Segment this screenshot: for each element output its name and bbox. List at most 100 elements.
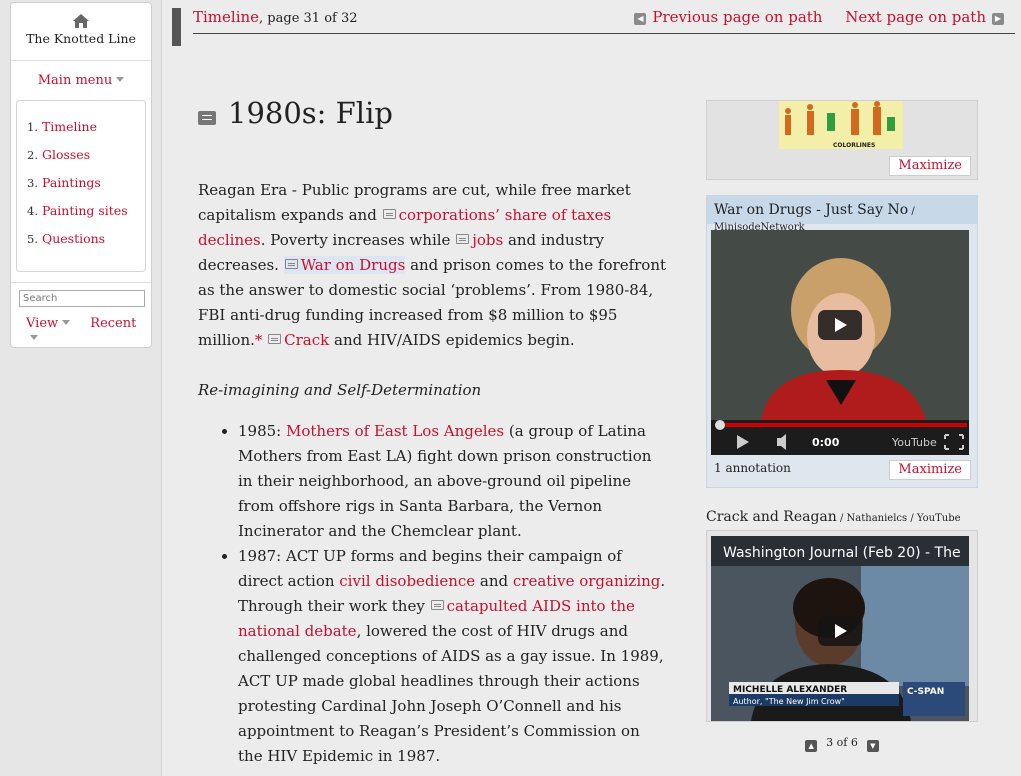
path-marker [172, 8, 181, 46]
path-bar-divider [193, 33, 1015, 34]
home-icon[interactable] [72, 13, 90, 29]
sidebar-divider [11, 282, 151, 283]
path-nav: ◀ Previous page on path Next page on path… [634, 8, 1004, 26]
view-menu-label[interactable]: View [26, 316, 58, 331]
footnote-star[interactable]: * [255, 331, 263, 349]
lower-third-name: MICHELLE ALEXANDER [733, 685, 847, 695]
main-content: Timeline, page 31 of 32 ◀ Previous page o… [161, 0, 1021, 776]
list-item: 1987: ACT UP forms and begins their camp… [238, 544, 668, 769]
recent-menu-label[interactable]: Recent [90, 316, 136, 331]
video-timestamp: 0:00 [812, 436, 840, 449]
lower-third-subtitle: Author, "The New Jim Crow" [733, 697, 845, 706]
menu-item-timeline[interactable]: 1. Timeline [27, 119, 145, 147]
video-thumbnail: 0:00 YouTube [711, 230, 969, 455]
video2-heading: Crack and Reagan / Nathanielcs / YouTube [706, 509, 978, 525]
video-media-icon [268, 334, 282, 344]
chevron-down-icon[interactable]: ▼ [866, 740, 879, 752]
menu-item-number: 4. [27, 204, 38, 218]
menu-item-label[interactable]: Glosses [42, 147, 90, 162]
image-media-icon [430, 600, 444, 610]
menu-item-number: 1. [27, 120, 38, 134]
creative-organizing-link[interactable]: creative organizing [513, 572, 661, 590]
maximize-button[interactable]: Maximize [889, 460, 971, 480]
search-input[interactable] [19, 290, 145, 307]
main-menu-toggle[interactable]: Main menu [11, 73, 151, 91]
video-panel-header: War on Drugs - Just Say No / MinisodeNet… [707, 196, 977, 233]
chart-thumb-caption: COLORLINES [833, 142, 875, 149]
section-subheading: Re-imagining and Self-Determination [198, 381, 482, 399]
video-source: / Nathanielcs / YouTube [836, 513, 961, 524]
page-text-icon [198, 111, 216, 125]
chart-media-panel: COLORLINES Maximize [706, 100, 978, 180]
menu-item-label[interactable]: Painting sites [42, 203, 128, 218]
image-media-icon [456, 234, 470, 244]
previous-page-label[interactable]: Previous page on path [652, 8, 822, 26]
chevron-down-icon [116, 77, 125, 82]
menu-item-label[interactable]: Paintings [42, 175, 101, 190]
body-text: , lowered the cost of HIV drugs and chal… [238, 622, 664, 765]
site-title[interactable]: The Knotted Line [11, 31, 151, 46]
video-title: Crack and Reagan [706, 509, 837, 525]
body-text: and [475, 572, 513, 590]
video-media-icon [284, 259, 298, 269]
menu-item-number: 5. [27, 232, 38, 246]
video-title: War on Drugs - Just Say No [714, 202, 909, 218]
play-icon[interactable] [818, 310, 862, 340]
menu-item-label[interactable]: Timeline [42, 119, 97, 134]
media-pager: ▲ 3 of 6 ▼ [706, 736, 978, 752]
video-panel-war-on-drugs: War on Drugs - Just Say No / MinisodeNet… [706, 195, 978, 488]
menu-item-painting-sites[interactable]: 4. Painting sites [27, 203, 145, 231]
civil-disobedience-link[interactable]: civil disobedience [339, 572, 475, 590]
crack-link[interactable]: Crack [284, 331, 329, 349]
chevron-down-icon [62, 320, 71, 325]
body-text: . Poverty increases while [260, 231, 456, 249]
intro-paragraph: Reagan Era - Public programs are cut, wh… [198, 178, 668, 353]
menu-item-paintings[interactable]: 3. Paintings [27, 175, 145, 203]
youtube-logo: YouTube [891, 436, 937, 449]
jobs-link[interactable]: jobs [472, 231, 503, 249]
maximize-button[interactable]: Maximize [889, 156, 971, 176]
menu-item-label[interactable]: Questions [42, 231, 105, 246]
video-player[interactable]: Washington Journal (Feb 20) - The MICHEL… [711, 536, 969, 721]
menu-item-questions[interactable]: 5. Questions [27, 231, 145, 259]
annotation-count[interactable]: 1 annotation [714, 461, 791, 475]
view-recent-row: View Recent [26, 316, 151, 346]
page-title: 1980s: Flip [228, 96, 393, 130]
next-page-label[interactable]: Next page on path [845, 8, 986, 26]
chevron-left-icon: ◀ [634, 13, 647, 25]
body-text: and HIV/AIDS epidemics begin. [329, 331, 575, 349]
video-overlay-title: Washington Journal (Feb 20) - The [723, 545, 961, 561]
video-player[interactable]: 0:00 YouTube [711, 230, 969, 455]
media-column: COLORLINES Maximize War on Drugs - Just … [706, 100, 978, 752]
events-list: 1985: Mothers of East Los Angeles (a gro… [238, 419, 668, 769]
mothers-east-la-link[interactable]: Mothers of East Los Angeles [286, 422, 504, 440]
previous-page-button[interactable]: ◀ Previous page on path [634, 8, 822, 26]
sidebar: The Knotted Line Main menu 1. Timeline 2… [10, 2, 152, 348]
image-media-icon [382, 209, 396, 219]
chevron-right-icon: ▶ [992, 13, 1004, 25]
network-logo: C-SPAN [907, 687, 944, 697]
menu-item-number: 3. [27, 176, 38, 190]
main-menu-label[interactable]: Main menu [38, 73, 113, 88]
pager-text: 3 of 6 [826, 736, 858, 749]
view-menu[interactable]: View [26, 316, 71, 331]
video-panel-crack-and-reagan: Washington Journal (Feb 20) - The MICHEL… [706, 530, 978, 722]
page-info: , page 31 of 32 [259, 11, 358, 26]
war-on-drugs-link[interactable]: War on Drugs [301, 256, 406, 274]
chevron-down-icon [30, 335, 38, 340]
page-body: Reagan Era - Public programs are cut, wh… [198, 178, 668, 769]
main-menu-list: 1. Timeline 2. Glosses 3. Paintings 4. P… [16, 100, 146, 272]
play-icon[interactable] [818, 616, 862, 646]
colorlines-chart-thumbnail[interactable]: COLORLINES [779, 101, 903, 149]
next-page-button[interactable]: Next page on path ▶ [845, 8, 1004, 26]
path-link[interactable]: Timeline [193, 8, 259, 26]
menu-item-glosses[interactable]: 2. Glosses [27, 147, 145, 175]
site-home[interactable]: The Knotted Line [11, 3, 151, 61]
war-on-drugs-annotation[interactable]: War on Drugs [283, 256, 406, 274]
path-title: Timeline, page 31 of 32 [193, 8, 358, 26]
list-item: 1985: Mothers of East Los Angeles (a gro… [238, 419, 668, 544]
path-bar: Timeline, page 31 of 32 ◀ Previous page o… [172, 8, 1015, 46]
menu-item-number: 2. [27, 148, 38, 162]
chevron-up-icon[interactable]: ▲ [805, 740, 818, 752]
body-text: 1985: [238, 422, 286, 440]
